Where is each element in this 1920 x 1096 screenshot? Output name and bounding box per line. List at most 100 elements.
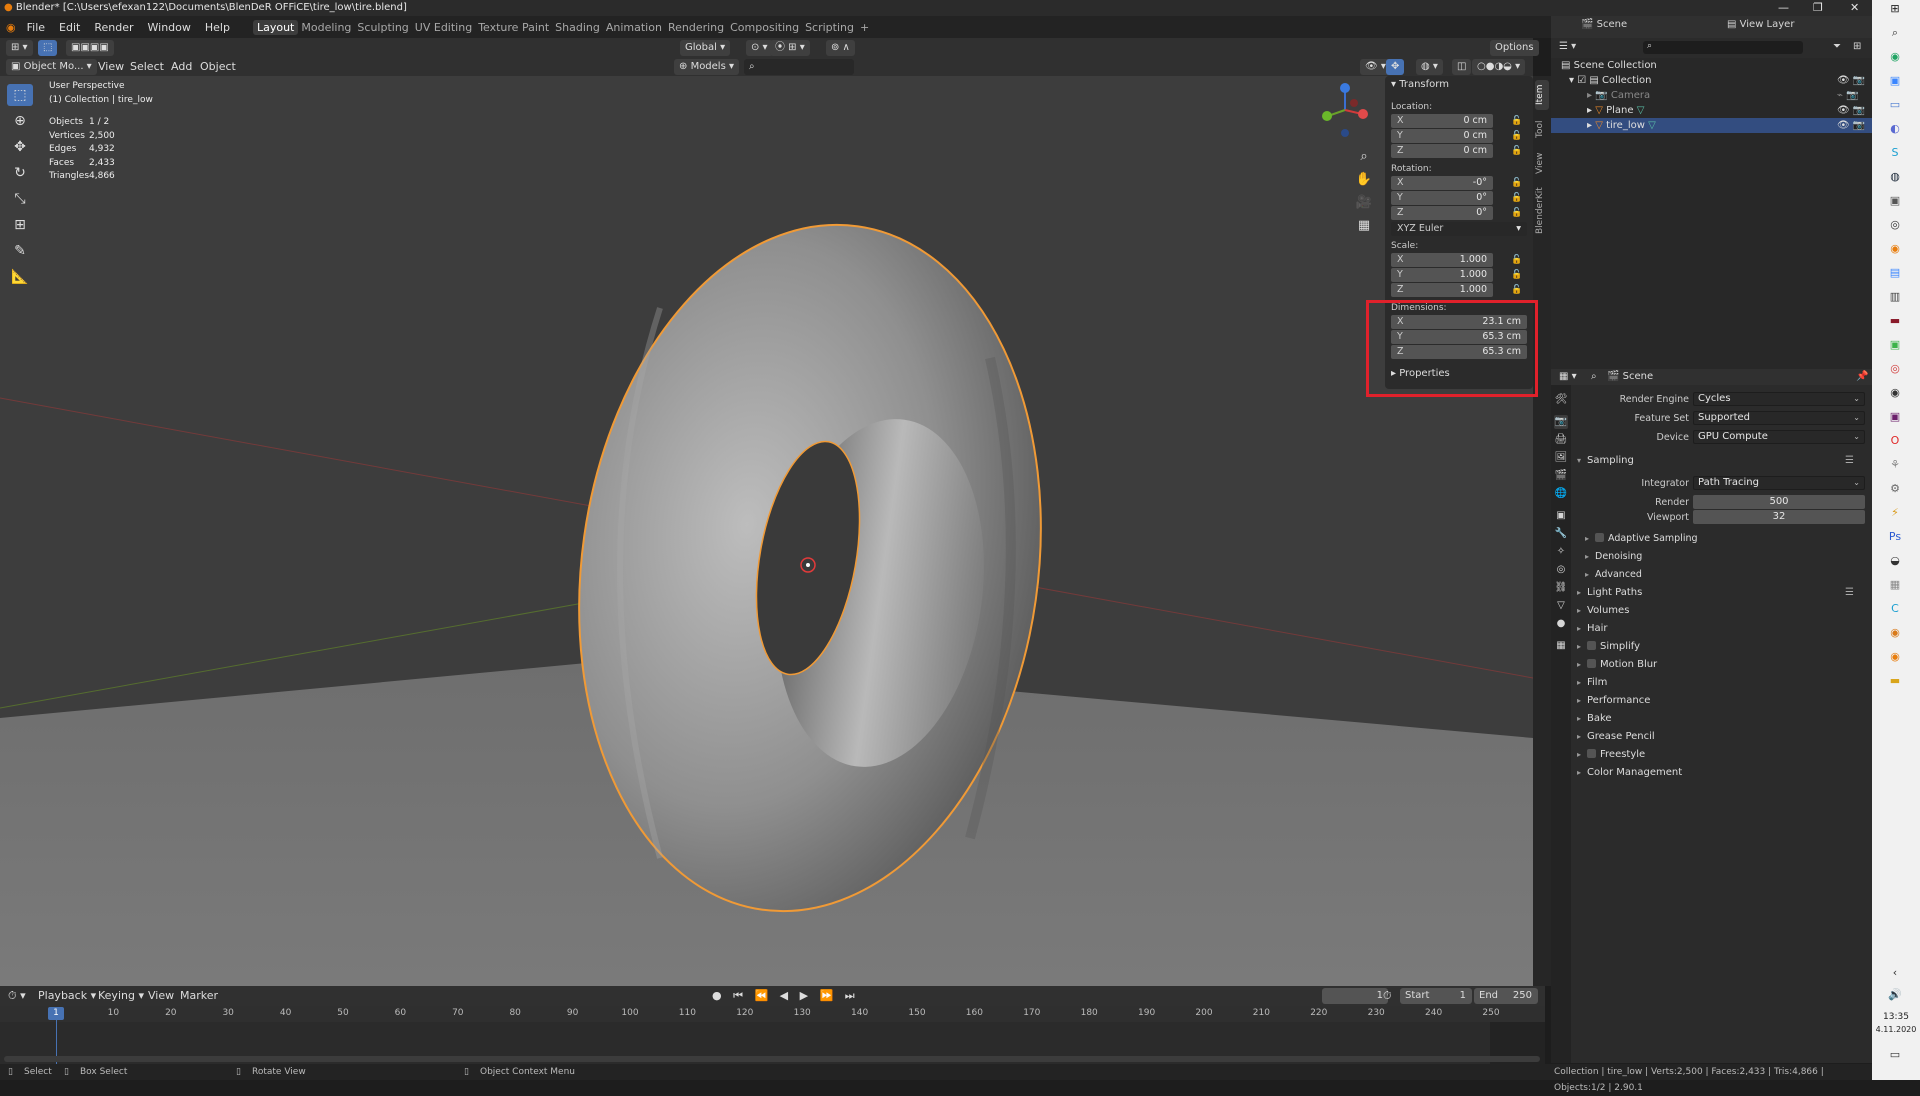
workspace-tab-animation[interactable]: Animation (603, 21, 665, 34)
tab-blenderkit[interactable]: BlenderKit (1535, 182, 1549, 240)
workspace-tab-layout[interactable]: Layout (252, 19, 299, 35)
chrome-icon[interactable]: ◉ (1887, 50, 1903, 64)
app-icon[interactable]: ◎ (1887, 218, 1903, 232)
object-properties-icon[interactable]: ▣ (1554, 509, 1568, 523)
menu-render[interactable]: Render (87, 21, 140, 34)
scale-x-field[interactable]: X 1.000 (1391, 253, 1493, 267)
freestyle-checkbox[interactable] (1587, 749, 1596, 758)
workspace-tab-compositing[interactable]: Compositing (727, 21, 802, 34)
simplify-section[interactable]: ▸ Simplify (1577, 641, 1640, 652)
workspace-tab-texture-paint[interactable]: Texture Paint (475, 21, 552, 34)
filter-icon[interactable]: ⏷ (1833, 41, 1841, 52)
viewport-menu-view[interactable]: View (98, 59, 124, 75)
location-x-field[interactable]: X0 cm (1391, 114, 1493, 128)
visibility-eye-icon[interactable]: ⌁ 📷 (1837, 88, 1859, 103)
adaptive-sampling-subsection[interactable]: ▸ Adaptive Sampling (1585, 533, 1698, 544)
steam-icon[interactable]: ◍ (1887, 170, 1903, 184)
adaptive-sampling-checkbox[interactable] (1595, 533, 1604, 542)
maximize-icon[interactable]: ❐ (1813, 0, 1823, 16)
scene-selector[interactable]: 🎬 Scene (1581, 19, 1627, 30)
options-dropdown[interactable]: Options ▾ (1490, 40, 1539, 69)
location-z-field[interactable]: Z0 cm (1391, 144, 1493, 158)
render-properties-icon[interactable]: 📷 (1554, 415, 1568, 429)
move-tool-icon[interactable]: ✥ (7, 136, 33, 158)
scene-properties-icon[interactable]: 🎬 (1554, 469, 1568, 483)
workspace-tab-uv-editing[interactable]: UV Editing (412, 21, 475, 34)
viewport-menu-select[interactable]: Select (130, 59, 164, 75)
select-mode-icon[interactable]: ⬚ (38, 40, 58, 56)
material-properties-icon[interactable]: ● (1554, 617, 1568, 631)
lock-icon[interactable]: 🔓 (1511, 193, 1522, 203)
gizmo-toggle-icon[interactable]: ✥ (1386, 59, 1405, 75)
motion-blur-section[interactable]: ▸ Motion Blur (1577, 659, 1657, 670)
file-explorer-icon[interactable]: ▬ (1887, 674, 1903, 688)
location-y-field[interactable]: Y0 cm (1391, 129, 1493, 143)
workspace-tab-scripting[interactable]: Scripting (802, 21, 857, 34)
app-icon[interactable]: S (1887, 146, 1903, 160)
tool-properties-icon[interactable]: 🛠 (1554, 393, 1568, 407)
app-icon[interactable]: ▣ (1887, 194, 1903, 208)
outliner-display-mode-icon[interactable]: ☰ ▾ (1559, 41, 1576, 52)
app-icon[interactable]: ◒ (1887, 554, 1903, 568)
app-icon[interactable]: ▣ (1887, 338, 1903, 352)
lock-icon[interactable]: 🔓 (1511, 178, 1522, 188)
view-layer-properties-icon[interactable]: 🖼 (1554, 451, 1568, 465)
app-icon[interactable]: ▬ (1887, 314, 1903, 328)
presets-list-icon[interactable]: ☰ (1845, 587, 1854, 598)
viewport-search-input[interactable]: ⌕ (744, 59, 854, 75)
workspace-tab-shading[interactable]: Shading (552, 21, 603, 34)
integrator-dropdown[interactable]: Path Tracing ⌄ (1693, 476, 1865, 490)
add-workspace-button[interactable]: + (857, 21, 872, 34)
measure-tool-icon[interactable]: 📐 (7, 266, 33, 288)
discord-icon[interactable]: ◐ (1887, 122, 1903, 136)
outliner-row-scene-collection[interactable]: ▤ Scene Collection (1551, 58, 1872, 73)
particle-properties-icon[interactable]: ✧ (1554, 545, 1568, 559)
motion-blur-checkbox[interactable] (1587, 659, 1596, 668)
lock-icon[interactable]: 🔓 (1511, 255, 1522, 265)
performance-section[interactable]: ▸ Performance (1577, 695, 1650, 706)
visibility-eye-icon[interactable]: 👁 📷 (1837, 73, 1865, 88)
new-collection-icon[interactable]: ⊞ (1853, 41, 1861, 52)
end-frame-field[interactable]: End 250 (1474, 988, 1538, 1004)
bake-section[interactable]: ▸ Bake (1577, 713, 1612, 724)
grid-view-icon[interactable]: ▦ (1354, 214, 1374, 237)
app-icon[interactable]: ⚙ (1887, 482, 1903, 496)
app-icon[interactable]: ▣ (1887, 410, 1903, 424)
clock-icon[interactable]: ⏱ (1383, 988, 1392, 1004)
pan-hand-icon[interactable]: ✋ (1354, 168, 1374, 191)
world-properties-icon[interactable]: 🌐 (1554, 487, 1568, 501)
proportional-edit-button[interactable]: ⊚ ∧ (826, 40, 855, 56)
select-box-tool-icon[interactable]: ⬚ (7, 84, 33, 106)
annotate-tool-icon[interactable]: ✎ (7, 240, 33, 262)
freestyle-section[interactable]: ▸ Freestyle (1577, 749, 1645, 760)
timeline-scrollbar[interactable] (4, 1056, 1540, 1062)
menu-edit[interactable]: Edit (52, 21, 87, 34)
navigation-gizmo[interactable] (1310, 78, 1370, 148)
modifier-properties-icon[interactable]: 🔧 (1554, 527, 1568, 541)
playback-controls[interactable]: ● ⏮ ⏪ ◀ ▶ ⏩ ⏭ (712, 988, 859, 1004)
volumes-section[interactable]: ▸ Volumes (1577, 605, 1629, 616)
render-samples-field[interactable]: 500 (1693, 495, 1865, 509)
pin-icon[interactable]: 📌 (1856, 369, 1868, 385)
minimize-icon[interactable]: — (1778, 0, 1789, 16)
lock-icon[interactable]: 🔓 (1511, 208, 1522, 218)
presets-list-icon[interactable]: ☰ (1845, 455, 1854, 466)
pivot-dropdown[interactable]: ⊙ ▾ (746, 40, 773, 56)
workspace-tab-rendering[interactable]: Rendering (665, 21, 727, 34)
rotation-x-field[interactable]: X -0° (1391, 176, 1493, 190)
scale-y-field[interactable]: Y 1.000 (1391, 268, 1493, 282)
output-properties-icon[interactable]: 🖨 (1554, 433, 1568, 447)
constraint-properties-icon[interactable]: ⛓ (1554, 581, 1568, 595)
timeline-menu-playback[interactable]: Playback ▾ (38, 988, 96, 1004)
data-properties-icon[interactable]: ▽ (1554, 599, 1568, 613)
app-icon[interactable]: ⚘ (1887, 458, 1903, 472)
hair-section[interactable]: ▸ Hair (1577, 623, 1608, 634)
editor-type-button[interactable]: ⊞ ▾ (6, 40, 33, 56)
app-icon[interactable]: ◎ (1887, 362, 1903, 376)
current-frame-indicator[interactable]: 1 (48, 1007, 64, 1020)
rotation-mode-dropdown[interactable]: XYZ Euler ▾ (1391, 222, 1527, 236)
simplify-checkbox[interactable] (1587, 641, 1596, 650)
timeline-area[interactable]: 1 10 20 30 40 50 60 70 80 90 100 110 120 130 140 150 160… (0, 1006, 1545, 1064)
film-section[interactable]: ▸ Film (1577, 677, 1607, 688)
opera-icon[interactable]: O (1887, 434, 1903, 448)
